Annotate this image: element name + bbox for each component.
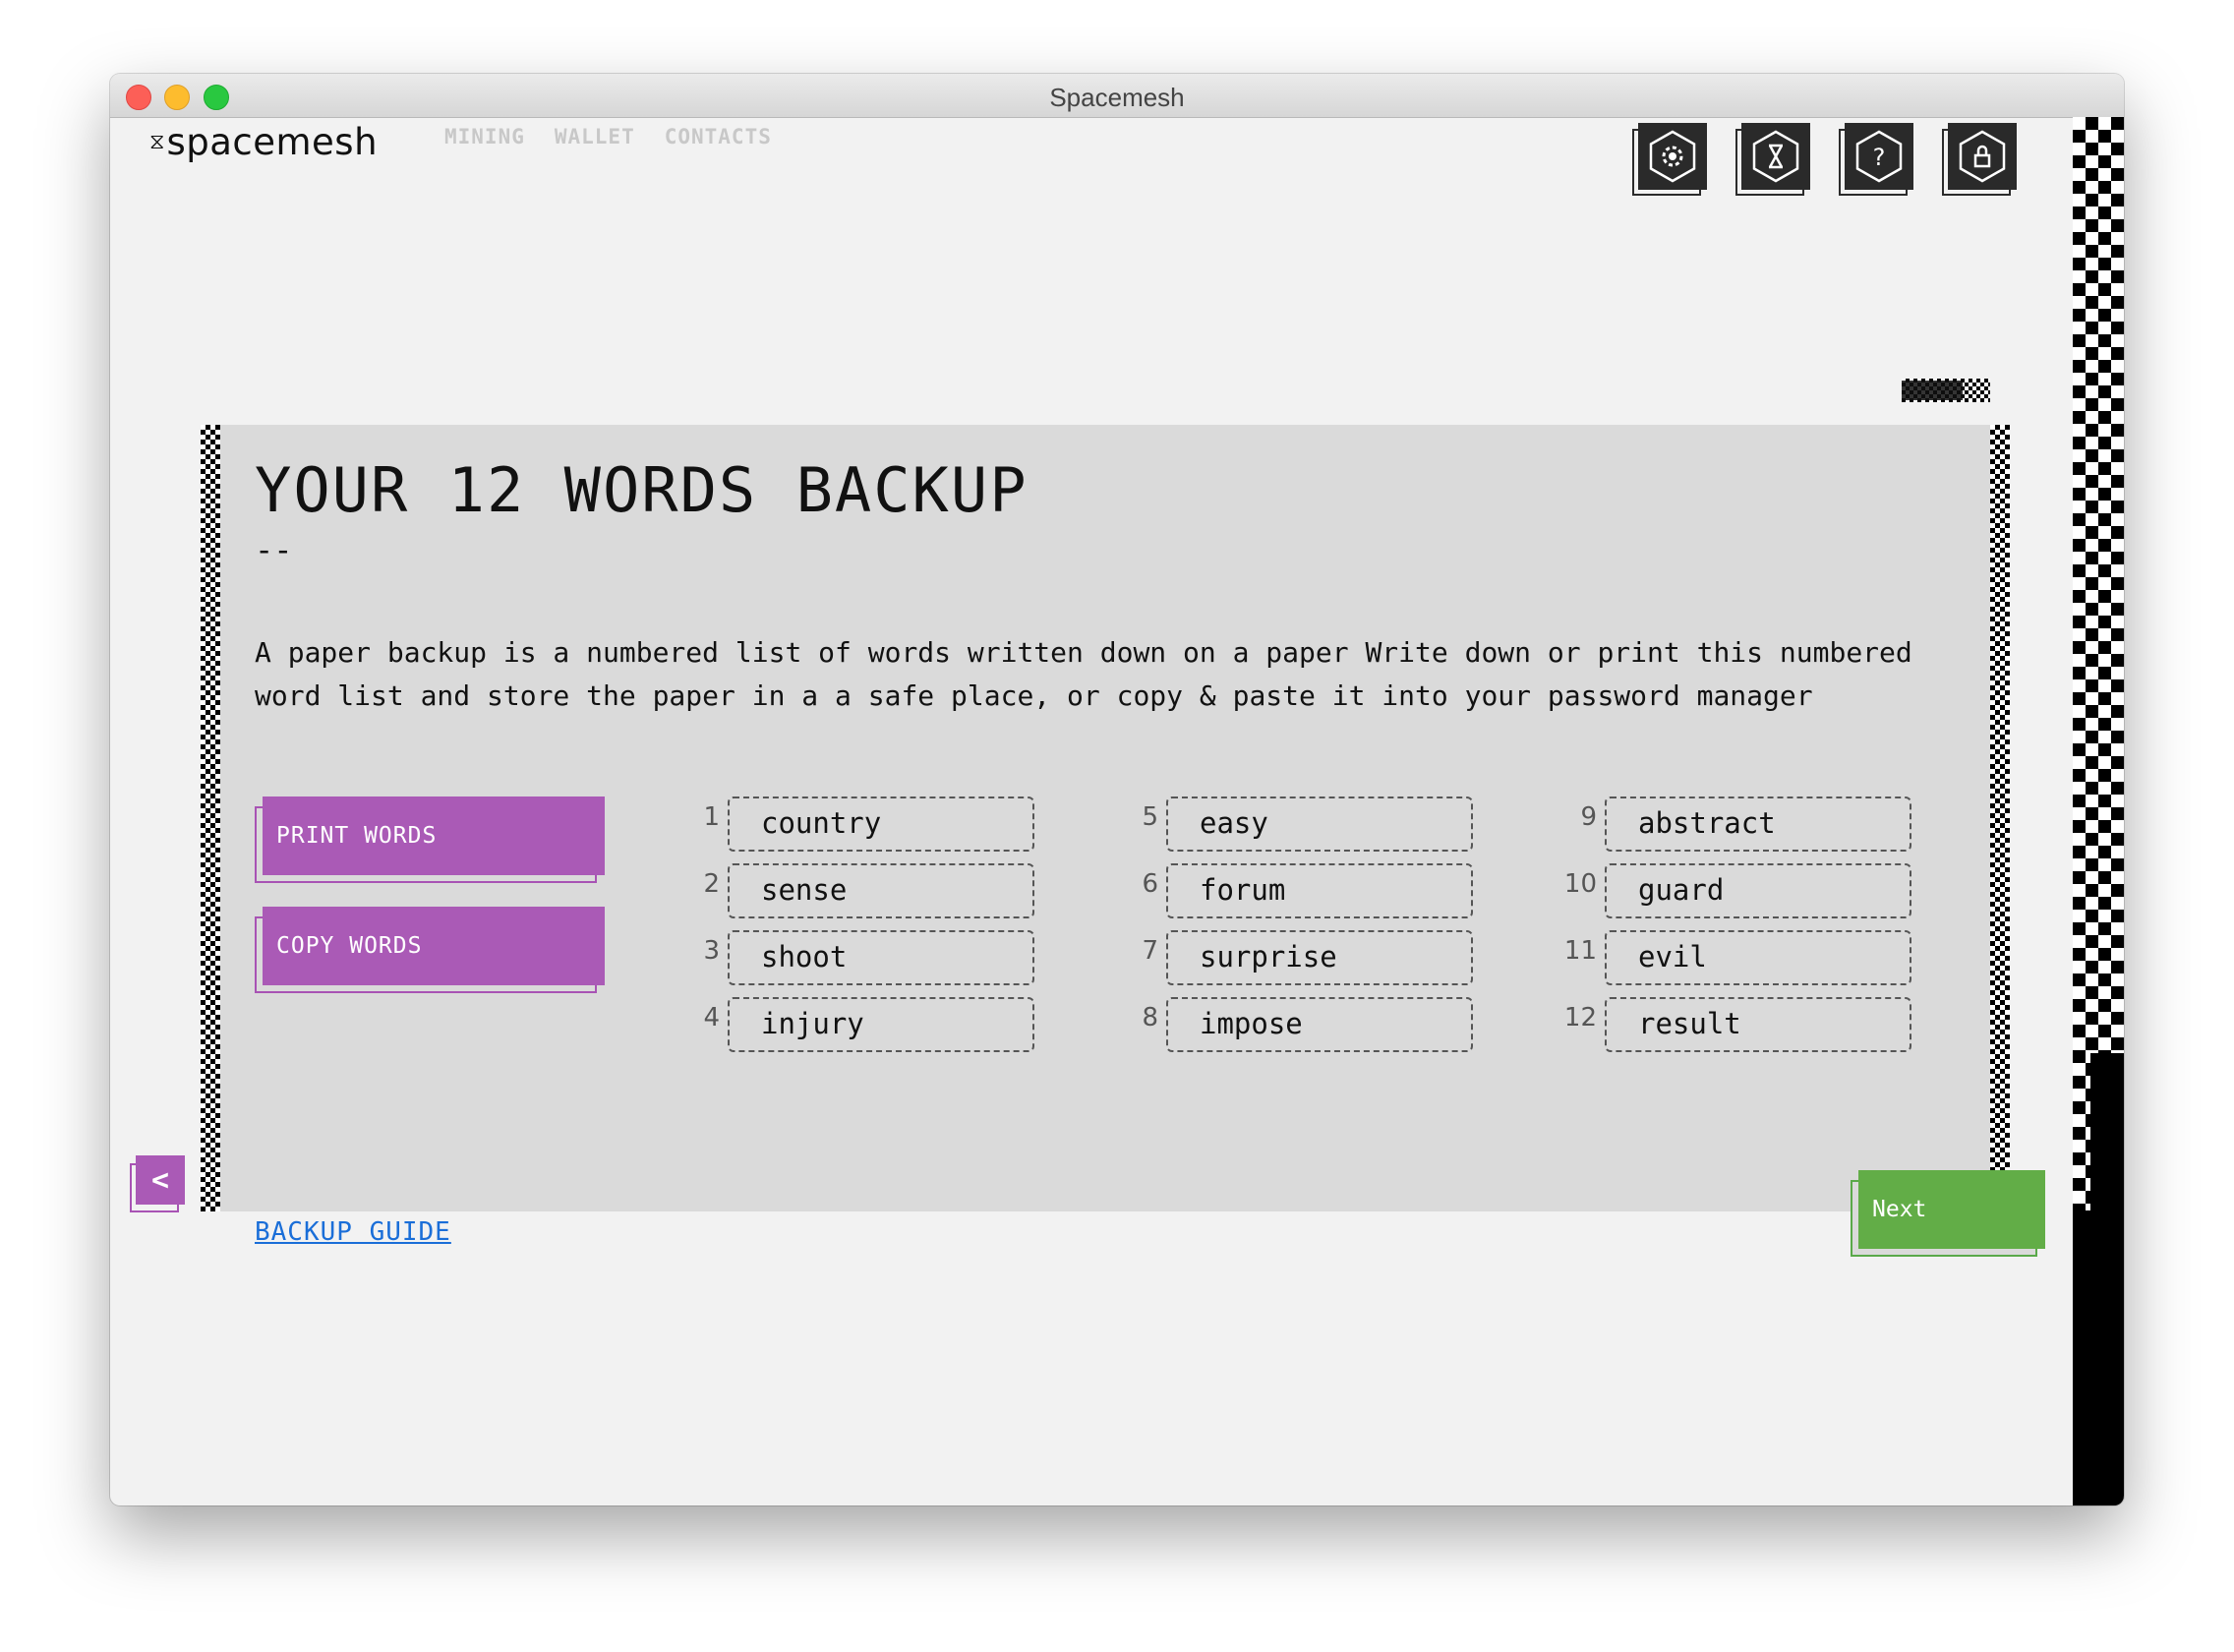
word-item: 6 forum <box>1119 863 1473 918</box>
nav-wallet[interactable]: WALLET <box>555 125 635 148</box>
app-window: Spacemesh ⧖ spacemesh MINING WALLET CONT… <box>110 74 2124 1505</box>
panel-border-right <box>1990 425 2010 1211</box>
word-number: 1 <box>703 802 720 832</box>
title-dash: -- <box>255 531 293 568</box>
word-item: 9 abstract <box>1558 796 1911 852</box>
checker-decoration-small <box>1902 379 1990 402</box>
print-words-button[interactable]: PRINT WORDS <box>255 796 605 883</box>
word-item: 10 guard <box>1558 863 1911 918</box>
logo-text: spacemesh <box>166 121 379 163</box>
nav-contacts[interactable]: CONTACTS <box>665 125 772 148</box>
lock-icon <box>1959 130 2006 183</box>
word-item: 5 easy <box>1119 796 1473 852</box>
settings-button[interactable] <box>1632 123 1707 196</box>
word-number: 10 <box>1563 869 1597 899</box>
settings-gear-icon <box>1649 130 1696 183</box>
next-button[interactable]: Next <box>1851 1170 2045 1259</box>
word-box: abstract <box>1605 796 1911 852</box>
lock-button[interactable] <box>1942 123 2017 196</box>
svg-text:?: ? <box>1873 144 1886 171</box>
word-number: 6 <box>1142 869 1158 899</box>
word-box: country <box>728 796 1034 852</box>
top-nav: MINING WALLET CONTACTS <box>444 125 772 148</box>
spacemesh-logo[interactable]: ⧖ spacemesh <box>149 121 378 163</box>
checker-decoration-right <box>2073 117 2124 1505</box>
word-item: 11 evil <box>1558 930 1911 985</box>
word-box: forum <box>1166 863 1473 918</box>
backup-description: A paper backup is a numbered list of wor… <box>255 636 1912 712</box>
word-item: 12 result <box>1558 997 1911 1052</box>
word-number: 2 <box>703 869 720 899</box>
window-title: Spacemesh <box>1049 83 1185 112</box>
help-button[interactable]: ? <box>1839 123 1913 196</box>
copy-words-button[interactable]: COPY WORDS <box>255 907 605 993</box>
print-words-label: PRINT WORDS <box>263 796 605 875</box>
help-question-icon: ? <box>1855 130 1903 183</box>
word-box: sense <box>728 863 1034 918</box>
word-item: 1 country <box>680 796 1034 852</box>
word-box: injury <box>728 997 1034 1052</box>
word-box: guard <box>1605 863 1911 918</box>
backup-guide-link[interactable]: BACKUP GUIDE <box>255 1217 451 1247</box>
word-item: 8 impose <box>1119 997 1473 1052</box>
word-item: 7 surprise <box>1119 930 1473 985</box>
word-number: 8 <box>1142 1003 1158 1032</box>
page-title: YOUR 12 WORDS BACKUP <box>255 454 1029 526</box>
word-box: evil <box>1605 930 1911 985</box>
word-number: 11 <box>1563 936 1597 966</box>
panel-border-left <box>201 425 220 1211</box>
word-box: result <box>1605 997 1911 1052</box>
sync-status-button[interactable] <box>1735 123 1810 196</box>
word-number: 12 <box>1563 1003 1597 1032</box>
word-number: 4 <box>703 1003 720 1032</box>
word-number: 9 <box>1580 802 1597 832</box>
word-item: 4 injury <box>680 997 1034 1052</box>
word-number: 3 <box>703 936 720 966</box>
word-box: easy <box>1166 796 1473 852</box>
word-number: 5 <box>1142 802 1158 832</box>
word-item: 3 shoot <box>680 930 1034 985</box>
backup-panel: YOUR 12 WORDS BACKUP -- A paper backup i… <box>201 425 2045 1257</box>
hourglass-icon <box>1752 130 1799 183</box>
nav-mining[interactable]: MINING <box>444 125 525 148</box>
word-item: 2 sense <box>680 863 1034 918</box>
word-box: impose <box>1166 997 1473 1052</box>
word-box: shoot <box>728 930 1034 985</box>
word-number: 7 <box>1142 936 1158 966</box>
title-bar: Spacemesh <box>110 74 2124 118</box>
logo-mark-icon: ⧖ <box>149 130 165 154</box>
next-label: Next <box>1858 1170 2045 1249</box>
back-button[interactable]: < <box>130 1155 187 1212</box>
copy-words-label: COPY WORDS <box>263 907 605 985</box>
word-box: surprise <box>1166 930 1473 985</box>
chevron-left-icon: < <box>136 1155 185 1205</box>
